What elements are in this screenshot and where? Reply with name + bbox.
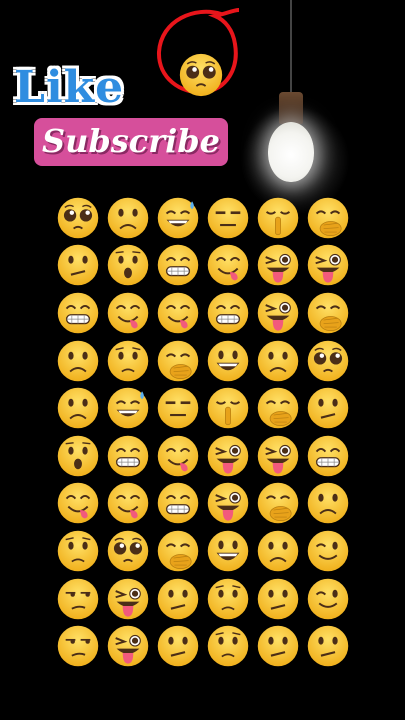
unamused-emoji-icon: [53, 575, 103, 623]
unamused-emoji-icon: [53, 622, 103, 670]
emoji-grid: [53, 194, 353, 670]
sweat-emoji-icon: [103, 384, 153, 432]
yum-emoji-icon: [153, 289, 203, 337]
confused-emoji-icon: [153, 622, 203, 670]
frowning-emoji-icon: [253, 337, 303, 385]
like-label[interactable]: Like: [14, 62, 124, 113]
confused-emoji-icon: [253, 622, 303, 670]
subscribe-button[interactable]: Subscribe: [34, 118, 228, 166]
lamp-cord: [290, 0, 292, 95]
yum-emoji-icon: [153, 432, 203, 480]
featured-emoji[interactable]: [178, 52, 224, 98]
wink-tongue-emoji-icon: [203, 432, 253, 480]
grin-emoji-icon: [303, 432, 353, 480]
pleading-emoji-icon: [303, 337, 353, 385]
pleading-emoji-icon: [103, 527, 153, 575]
wink-tongue-emoji-icon: [253, 432, 303, 480]
wink-tongue-emoji-icon: [253, 242, 303, 290]
confused-emoji-icon: [303, 622, 353, 670]
wink-tongue-emoji-icon: [253, 289, 303, 337]
grin-emoji-icon: [203, 289, 253, 337]
hushed-emoji-icon: [103, 242, 153, 290]
yum-emoji-icon: [203, 242, 253, 290]
hand-over-mouth-emoji-icon: [303, 194, 353, 242]
frowning-emoji-icon: [103, 194, 153, 242]
worried-emoji-icon: [203, 575, 253, 623]
lamp-socket: [279, 92, 303, 124]
smiley-emoji-icon: [203, 527, 253, 575]
confused-emoji-icon: [53, 242, 103, 290]
grin-emoji-icon: [53, 289, 103, 337]
worried-emoji-icon: [53, 527, 103, 575]
frowning-emoji-icon: [303, 480, 353, 528]
grin-emoji-icon: [153, 242, 203, 290]
frowning-emoji-icon: [53, 337, 103, 385]
neutral-emoji-icon: [203, 194, 253, 242]
wink-emoji-icon: [303, 527, 353, 575]
hand-over-mouth-emoji-icon: [253, 480, 303, 528]
pleading-emoji-icon: [53, 194, 103, 242]
wink-tongue-emoji-icon: [103, 622, 153, 670]
yum-emoji-icon: [53, 480, 103, 528]
hand-over-mouth-emoji-icon: [153, 527, 203, 575]
hand-over-mouth-emoji-icon: [303, 289, 353, 337]
confused-emoji-icon: [253, 575, 303, 623]
hand-over-mouth-emoji-icon: [153, 337, 203, 385]
grin-emoji-icon: [153, 480, 203, 528]
confused-emoji-icon: [303, 384, 353, 432]
shush-emoji-icon: [203, 384, 253, 432]
smiley-emoji-icon: [203, 337, 253, 385]
confused-emoji-icon: [153, 575, 203, 623]
wink-tongue-emoji-icon: [203, 480, 253, 528]
grin-emoji-icon: [103, 432, 153, 480]
hushed-emoji-icon: [53, 432, 103, 480]
hand-over-mouth-emoji-icon: [253, 384, 303, 432]
frowning-emoji-icon: [253, 527, 303, 575]
subscribe-label: Subscribe: [42, 122, 220, 160]
light-bulb-icon: [268, 122, 314, 182]
frowning-emoji-icon: [53, 384, 103, 432]
wink-emoji-icon: [303, 575, 353, 623]
wink-tongue-emoji-icon: [303, 242, 353, 290]
yum-emoji-icon: [103, 480, 153, 528]
yum-emoji-icon: [103, 289, 153, 337]
wink-tongue-emoji-icon: [103, 575, 153, 623]
neutral-emoji-icon: [153, 384, 203, 432]
worried-emoji-icon: [203, 622, 253, 670]
worried-emoji-icon: [103, 337, 153, 385]
shush-emoji-icon: [253, 194, 303, 242]
sweat-emoji-icon: [153, 194, 203, 242]
